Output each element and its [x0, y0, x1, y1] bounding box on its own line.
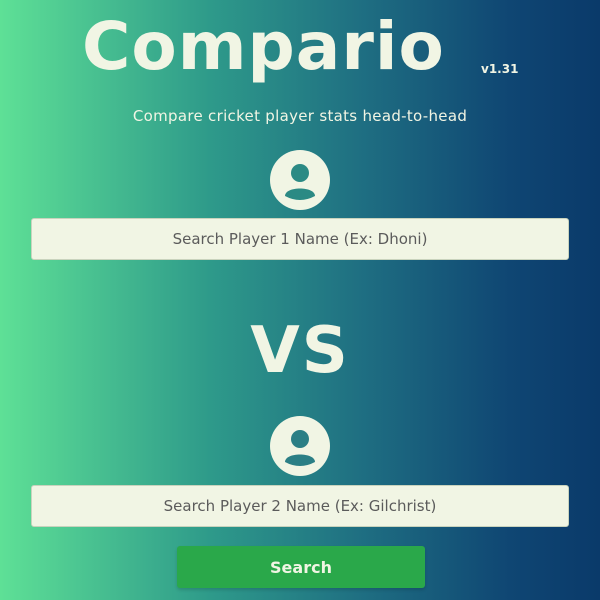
player1-user-circle-icon — [270, 150, 330, 210]
app-subtitle: Compare cricket player stats head-to-hea… — [132, 107, 468, 125]
player1-search-input[interactable] — [31, 218, 569, 260]
search-button[interactable]: Search — [177, 546, 425, 588]
player2-search-input[interactable] — [31, 485, 569, 527]
app-title: Compario — [82, 8, 445, 85]
version-badge: v1.31 — [481, 62, 519, 76]
header: Compario v1.31 — [0, 8, 600, 86]
compario-app: Compario v1.31 Compare cricket player st… — [0, 0, 600, 600]
versus-label: VS — [250, 314, 350, 388]
player2-user-circle-icon — [270, 416, 330, 476]
